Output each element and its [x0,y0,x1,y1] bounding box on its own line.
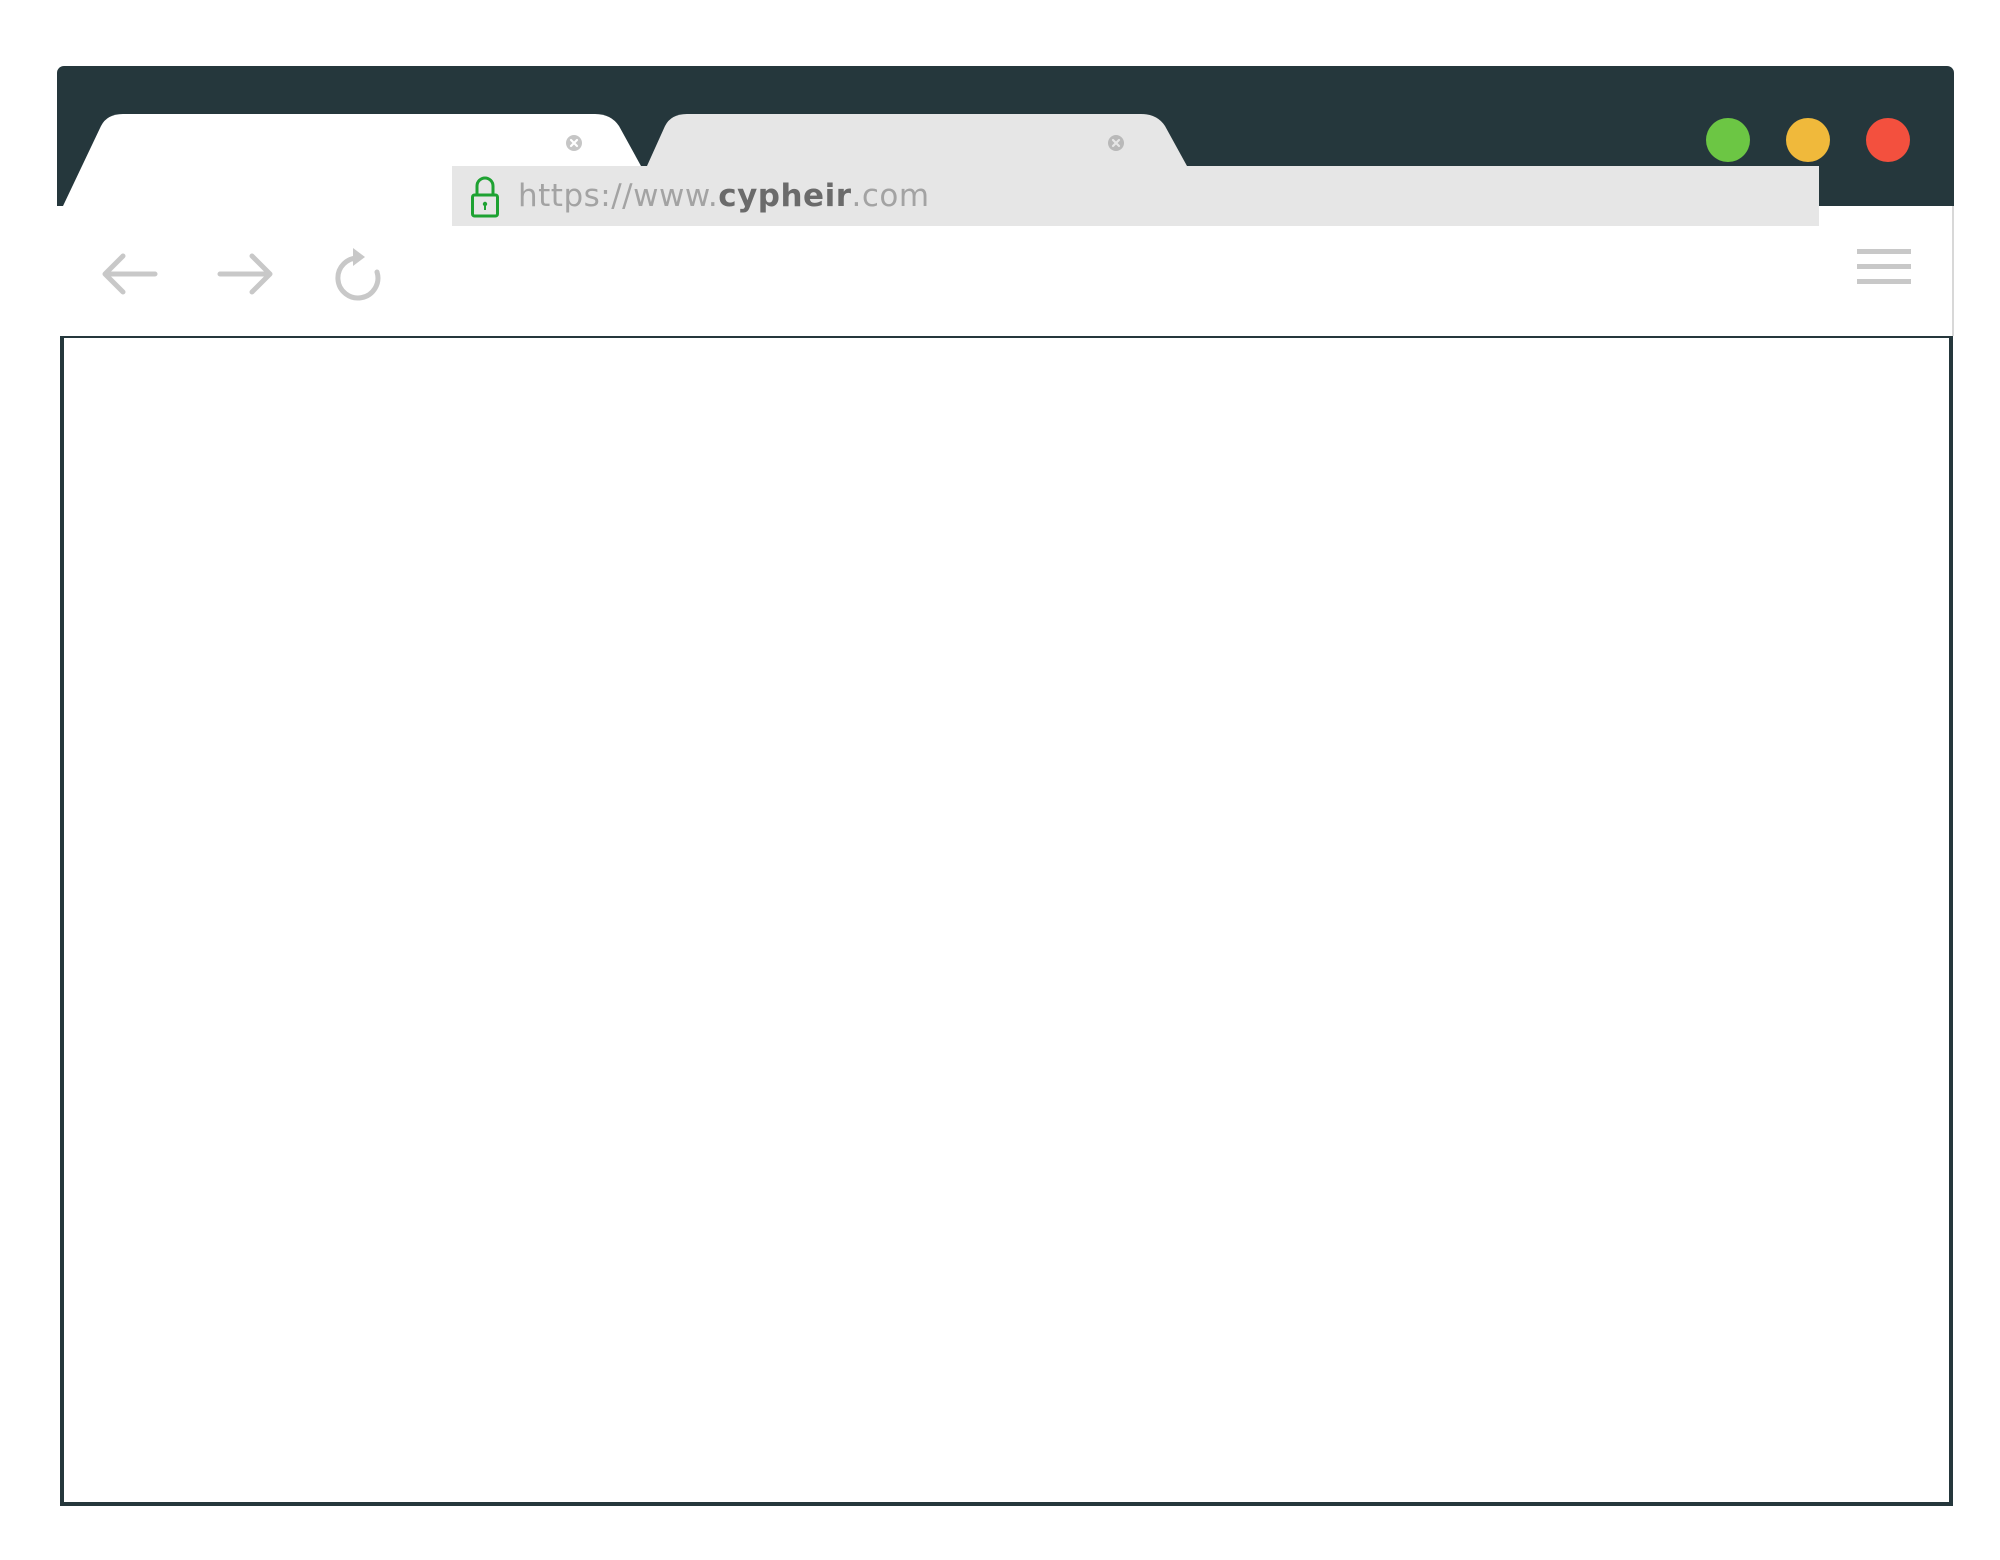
maximize-button[interactable] [1706,118,1750,162]
url-tld: .com [851,178,930,214]
forward-arrow-icon[interactable] [214,246,274,302]
url-text[interactable]: https://www.cypheir.com [518,174,930,218]
menu-icon[interactable] [1857,246,1911,288]
close-window-button[interactable] [1866,118,1910,162]
address-bar[interactable]: https://www.cypheir.com [452,166,1819,226]
tab-inactive-close-icon[interactable] [1107,134,1125,152]
minimize-button[interactable] [1786,118,1830,162]
url-domain: cypheir [718,178,852,214]
page-content[interactable] [60,336,1953,1506]
back-arrow-icon[interactable] [101,246,161,302]
lock-icon [471,176,499,218]
url-scheme: https:// [518,178,634,214]
browser-window: https://www.cypheir.com [57,66,1954,1508]
url-prefix: www. [633,178,719,214]
reload-icon[interactable] [329,244,389,304]
tab-active-close-icon[interactable] [565,134,583,152]
